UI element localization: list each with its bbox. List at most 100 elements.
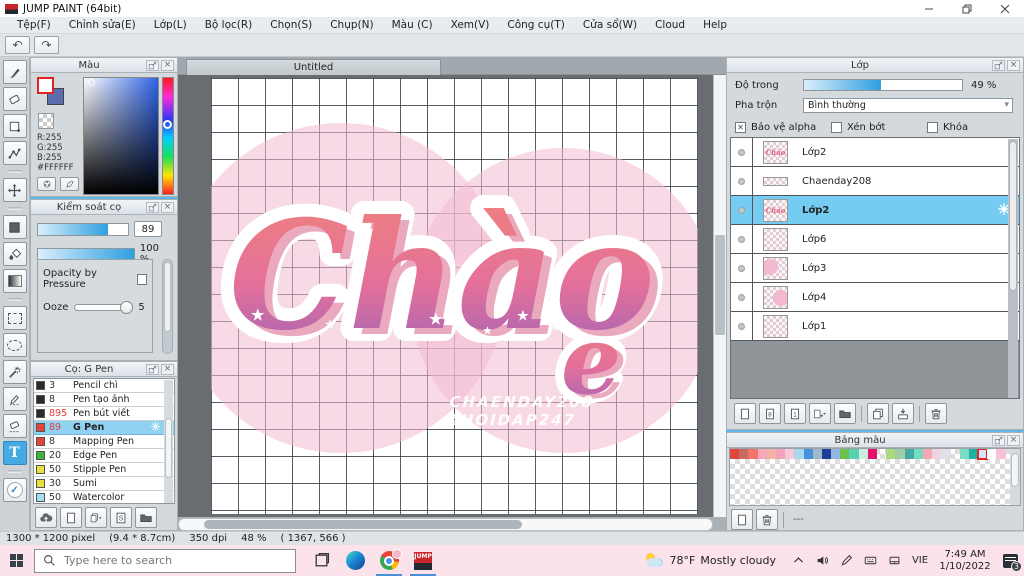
palette-swatch[interactable] <box>757 449 767 459</box>
restore-button[interactable] <box>948 0 986 17</box>
palette-swatch[interactable] <box>968 449 979 459</box>
layer-row[interactable]: Lớp6 <box>731 225 1019 254</box>
layer-row[interactable]: Chào Lớp2 <box>731 138 1019 167</box>
palette-swatch[interactable] <box>831 449 841 459</box>
palette-swatch[interactable] <box>922 449 933 459</box>
palette-swatch[interactable] <box>812 449 822 459</box>
palette-swatch[interactable] <box>775 449 786 459</box>
visibility-dot-icon[interactable] <box>738 206 745 214</box>
brush-control-scrollbar[interactable] <box>162 259 173 354</box>
fill-rect-tool[interactable] <box>2 215 27 239</box>
gradient-tool[interactable] <box>2 269 27 293</box>
volume-button[interactable] <box>810 545 834 576</box>
search-input[interactable] <box>64 554 264 567</box>
task-view-button[interactable] <box>304 545 338 576</box>
select-lasso-tool[interactable] <box>2 333 27 357</box>
jump-paint-button[interactable]: JUMP <box>406 545 440 576</box>
undo-button[interactable]: ↶ <box>5 36 30 54</box>
hue-slider[interactable] <box>162 77 174 195</box>
popout-icon[interactable] <box>146 59 159 71</box>
cloud-sync-tool[interactable] <box>2 478 27 502</box>
brush-script-button[interactable]: S <box>110 507 132 528</box>
clipping-checkbox[interactable] <box>831 122 842 133</box>
brush-folder-button[interactable] <box>135 507 157 528</box>
menu-item[interactable]: Tệp(F) <box>8 19 60 31</box>
visibility-dot-icon[interactable] <box>738 264 745 272</box>
menu-item[interactable]: Bộ lọc(R) <box>196 19 262 31</box>
palette-trash-button[interactable] <box>756 509 778 530</box>
palette-swatch[interactable] <box>867 449 877 459</box>
layer-new-doc-button[interactable] <box>734 403 756 424</box>
palette-swatch[interactable] <box>895 449 905 459</box>
layer-visibility-cell[interactable] <box>731 196 753 224</box>
layer-trash-button[interactable] <box>925 403 947 424</box>
scrollbar-thumb[interactable] <box>204 520 522 529</box>
weather-widget[interactable]: 78°F Mostly cloudy <box>645 552 786 569</box>
close-icon[interactable]: × <box>1007 59 1020 71</box>
bucket-tool[interactable] <box>2 242 27 266</box>
layer-visibility-cell[interactable] <box>731 254 753 282</box>
menu-item[interactable]: Màu (C) <box>383 19 442 31</box>
scrollbar-thumb[interactable] <box>165 418 172 478</box>
palette-swatch[interactable] <box>996 449 1006 459</box>
menu-item[interactable]: Xem(V) <box>442 19 499 31</box>
palette-swatch[interactable] <box>951 449 960 459</box>
palette-swatch[interactable] <box>977 449 989 460</box>
pressure-opacity-checkbox[interactable] <box>136 273 147 285</box>
palette-swatch[interactable] <box>932 449 942 459</box>
brush-cloud-upload-button[interactable] <box>35 507 57 528</box>
layer-duplicate-button[interactable] <box>867 403 889 424</box>
layer-doc-1-button[interactable]: 1 <box>784 403 806 424</box>
layer-visibility-cell[interactable] <box>731 138 753 166</box>
layer-visibility-cell[interactable] <box>731 167 753 195</box>
popout-icon[interactable] <box>992 434 1005 446</box>
menu-item[interactable]: Help <box>694 19 736 31</box>
palette-swatch[interactable] <box>987 449 997 459</box>
brush-row[interactable]: 30 Sumi <box>34 477 174 491</box>
palette-swatch[interactable] <box>785 449 795 459</box>
brush-row[interactable]: 50 Watercolor <box>34 491 174 503</box>
menu-item[interactable]: Công cụ(T) <box>498 19 573 31</box>
visibility-dot-icon[interactable] <box>738 148 745 156</box>
palette-swatch[interactable] <box>803 449 813 459</box>
canvas-horizontal-scrollbar[interactable] <box>178 518 713 531</box>
magic-wand-tool[interactable] <box>2 360 27 384</box>
select-rect-tool[interactable] <box>2 306 27 330</box>
select-eraser-tool[interactable] <box>2 414 27 438</box>
scrollbar-thumb[interactable] <box>164 262 171 332</box>
brush-tool[interactable] <box>2 60 27 84</box>
visibility-dot-icon[interactable] <box>738 293 745 301</box>
color-wheel-button[interactable] <box>37 177 56 191</box>
palette-swatch[interactable] <box>877 449 886 459</box>
document-tab[interactable]: Untitled <box>186 59 441 75</box>
clock[interactable]: 7:49 AM 1/10/2022 <box>934 549 996 573</box>
menu-item[interactable]: Cloud <box>646 19 694 31</box>
blend-mode-select[interactable]: Bình thường <box>803 98 1013 113</box>
close-icon[interactable]: × <box>1007 434 1020 446</box>
foreground-color-swatch[interactable] <box>37 77 54 94</box>
canvas[interactable]: Chào e Chào Chào e e ★ ★ ★ ★ ★ ★ CHAENDA… <box>211 78 698 514</box>
brush-row[interactable]: 3 Pencil chì <box>34 379 174 393</box>
visibility-dot-icon[interactable] <box>738 322 745 330</box>
palette-swatch[interactable] <box>849 449 859 459</box>
palette-swatch[interactable] <box>941 449 951 459</box>
palette-swatch[interactable] <box>748 449 758 459</box>
brush-row[interactable]: 895 Pen bút viết <box>34 407 174 421</box>
menu-item[interactable]: Chọn(S) <box>261 19 321 31</box>
popout-icon[interactable] <box>146 201 159 213</box>
layer-row[interactable]: Lớp3 <box>731 254 1019 283</box>
layer-visibility-cell[interactable] <box>731 312 753 340</box>
brush-row[interactable]: 20 Edge Pen <box>34 449 174 463</box>
brush-row[interactable]: 8 Pen tạo ảnh <box>34 393 174 407</box>
palette-swatch[interactable] <box>766 449 776 459</box>
close-button[interactable] <box>986 0 1024 17</box>
layer-row[interactable]: Chào Lớp2 <box>731 196 1019 225</box>
ooze-slider[interactable] <box>74 301 134 314</box>
visibility-dot-icon[interactable] <box>738 235 745 243</box>
canvas-vertical-scrollbar[interactable] <box>713 75 726 517</box>
chrome-button[interactable] <box>372 545 406 576</box>
saturation-value-picker[interactable] <box>82 77 160 195</box>
start-button[interactable] <box>0 545 34 576</box>
visibility-dot-icon[interactable] <box>738 177 745 185</box>
brush-new-doc-button[interactable] <box>60 507 82 528</box>
